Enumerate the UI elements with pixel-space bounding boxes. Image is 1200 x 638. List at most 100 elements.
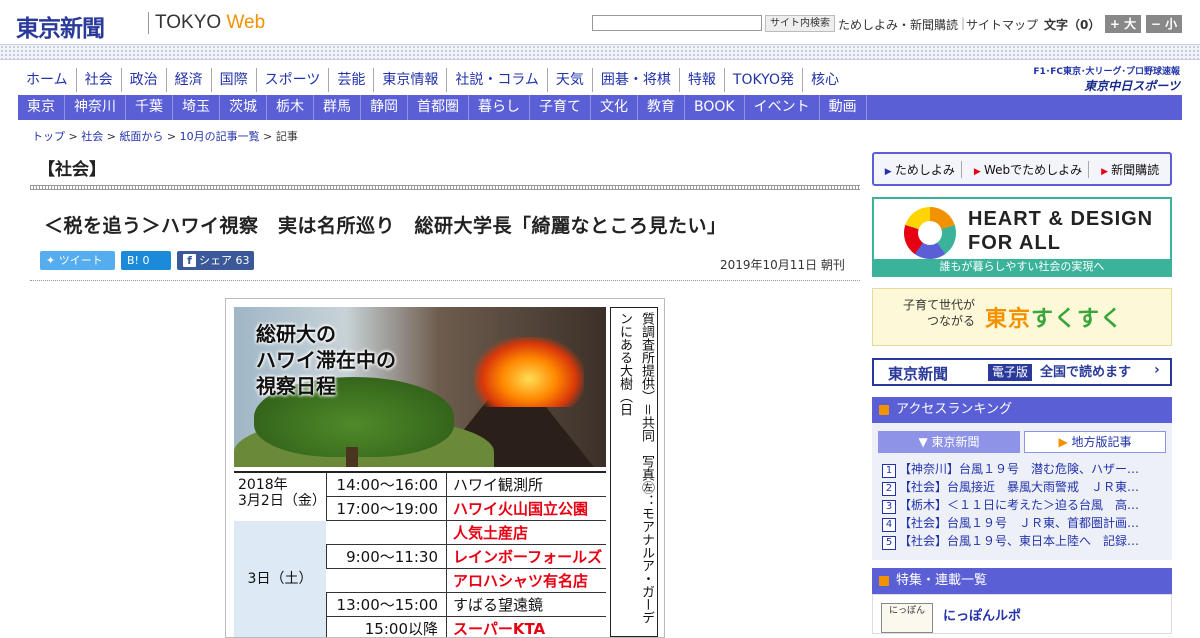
chunichi-line1: F1･FC東京･大リーグ･プロ野球速報	[1033, 67, 1180, 77]
ranking-number: 4	[882, 518, 896, 532]
article-divider	[30, 280, 860, 281]
facebook-share-button[interactable]: f シェア 63	[177, 251, 254, 270]
schedule-activity: レインボーフォールズ	[446, 545, 606, 569]
main-nav-item[interactable]: ホーム	[18, 68, 76, 92]
trial-subscribe-link[interactable]: ためしよみ・新聞購読	[838, 16, 958, 33]
sukusuku-title: 東京すくすく	[985, 301, 1123, 333]
ranking-item[interactable]: 1 【神奈川】台風１９号 潜む危険、ハザー…	[882, 460, 1167, 478]
chevron-right-icon: ›	[1154, 362, 1160, 378]
promo-label: Webでためしよみ	[983, 162, 1083, 177]
figure-caption-box: 写真㊨：ハワイ火山国立公園のキラウエア火山（米地質調査所提供）＝共同 写真㊧：モ…	[610, 307, 664, 637]
sub-nav-item[interactable]: 埼玉	[173, 95, 220, 120]
breadcrumb-separator: >	[163, 130, 180, 143]
ranking-item[interactable]: 2 【社会】台風接近 暴風大雨警戒 ＪＲ東…	[882, 478, 1167, 496]
main-nav-item[interactable]: 天気	[546, 68, 592, 92]
ranking-text: 【社会】台風接近 暴風大雨警戒 ＪＲ東…	[899, 480, 1140, 494]
sub-nav-item[interactable]: 動画	[820, 95, 867, 120]
figure-caption: 写真㊨：ハワイ火山国立公園のキラウエア火山（米地質調査所提供）＝共同 写真㊧：モ…	[617, 312, 664, 624]
schedule-activity: ハワイ火山国立公園	[446, 497, 606, 521]
sub-nav-item[interactable]: 教育	[638, 95, 685, 120]
tab-tokyo-label: 東京新聞	[931, 435, 980, 449]
main-nav-item[interactable]: スポーツ	[255, 68, 329, 92]
header-dotted-band	[0, 44, 1200, 60]
ranking-item[interactable]: 4 【社会】台風１９号 ＪＲ東、首都圏計画…	[882, 514, 1167, 532]
main-nav-item[interactable]: 核心	[801, 68, 847, 92]
promo-box: ▶ ためしよみ ▶ Webでためしよみ ▶ 新聞購読	[872, 152, 1172, 186]
tweet-button[interactable]: ✦ ツイート	[40, 251, 115, 270]
main-nav-item[interactable]: 囲碁・将棋	[591, 68, 679, 92]
heart-design-title: HEART & DESIGN FOR ALL	[968, 208, 1154, 254]
square-bullet-icon	[879, 405, 889, 415]
e-paper-text: 全国で読めます	[1040, 365, 1132, 380]
main-nav-item[interactable]: 社説・コラム	[446, 68, 547, 92]
e-paper-logo: 東京新聞	[888, 365, 949, 383]
heart-design-logo-icon	[904, 207, 956, 259]
tab-triangle-icon: ▼	[918, 435, 932, 449]
promo-link[interactable]: ▶ ためしよみ	[879, 160, 962, 178]
sub-nav-item[interactable]: 群馬	[314, 95, 361, 120]
section-title: 【社会】	[38, 160, 106, 180]
sub-nav-item[interactable]: 栃木	[267, 95, 314, 120]
hatena-bookmark-button[interactable]: B! 0	[121, 251, 171, 270]
breadcrumb-link[interactable]: トップ	[32, 130, 65, 143]
sub-nav-item[interactable]: 千葉	[126, 95, 173, 120]
main-nav-item[interactable]: 特報	[678, 68, 724, 92]
sub-nav-item[interactable]: 子育て	[530, 95, 591, 120]
site-logo[interactable]: 東京新聞	[16, 9, 105, 43]
sub-nav-item[interactable]: 茨城	[220, 95, 267, 120]
ranking-item[interactable]: 5 【社会】台風１９号、東日本上陸へ 記録…	[882, 532, 1167, 550]
ranking-number: 3	[882, 500, 896, 514]
main-nav-item[interactable]: 東京情報	[373, 68, 446, 92]
tab-local-articles[interactable]: ▶ 地方版記事	[1024, 431, 1166, 453]
heart-design-banner[interactable]: HEART & DESIGN FOR ALL 誰もが暮らしやすい社会の実現へ	[872, 197, 1172, 277]
ranking-title: アクセスランキング	[896, 402, 1012, 417]
sub-nav-item[interactable]: 静岡	[361, 95, 408, 120]
sub-nav-item[interactable]: 文化	[591, 95, 638, 120]
font-size-label: 文字（0）	[1044, 18, 1101, 32]
main-nav-item[interactable]: 芸能	[328, 68, 373, 92]
sub-nav-item[interactable]: イベント	[745, 95, 820, 120]
breadcrumb-separator: >	[103, 130, 120, 143]
site-search-button[interactable]: サイト内検索	[765, 15, 835, 32]
main-nav-item[interactable]: 国際	[210, 68, 256, 92]
logo-divider	[148, 12, 149, 34]
e-paper-banner[interactable]: 東京新聞 電子版 全国で読めます ›	[872, 358, 1172, 386]
ranking-text: 【社会】台風１９号 ＪＲ東、首都圏計画…	[899, 516, 1140, 530]
font-larger-button[interactable]: + 大	[1105, 15, 1141, 33]
site-logo-sub[interactable]: TOKYO Web	[155, 12, 265, 34]
sitemap-link[interactable]: サイトマップ	[966, 16, 1038, 33]
inspection-schedule-table: 14:00〜16:00 ハワイ観測所 17:00〜19:00 ハワイ火山国立公園 人気土…	[234, 471, 606, 637]
sub-nav: 東京 神奈川 千葉 埼玉 茨城 栃木 群馬 静岡 首都圏 暮らし 子育て 文化 教育 BOOK イベント 動画	[18, 95, 1182, 120]
breadcrumb-separator: >	[65, 130, 82, 143]
main-nav-item[interactable]: TOKYO発	[723, 68, 802, 92]
e-paper-tag: 電子版	[988, 364, 1033, 381]
chunichi-line2: 東京中日スポーツ	[1084, 79, 1180, 93]
breadcrumb-link[interactable]: 10月の記事一覧	[180, 130, 260, 143]
promo-link[interactable]: ▶ Webでためしよみ	[968, 160, 1090, 178]
ranking-item[interactable]: 3 【栃木】＜１１日に考えた＞迫る台風 高…	[882, 496, 1167, 514]
main-nav-item[interactable]: 政治	[120, 68, 166, 92]
sub-nav-item[interactable]: 暮らし	[469, 95, 530, 120]
sub-nav-item[interactable]: 神奈川	[65, 95, 126, 120]
font-smaller-button[interactable]: − 小	[1146, 15, 1182, 33]
sub-nav-item[interactable]: BOOK	[685, 95, 745, 120]
tab-tokyo-shimbun[interactable]: ▼ 東京新聞	[878, 431, 1020, 453]
breadcrumb-link[interactable]: 紙面から	[119, 130, 163, 143]
tab-local-label: 地方版記事	[1071, 435, 1132, 449]
chunichi-sports-link[interactable]: F1･FC東京･大リーグ･プロ野球速報 東京中日スポーツ	[1020, 64, 1180, 94]
sub-nav-item[interactable]: 首都圏	[408, 95, 469, 120]
feature-link[interactable]: にっぽんルポ	[943, 605, 1021, 624]
arrow-right-icon: ▶	[1101, 166, 1112, 177]
lava-glow	[474, 337, 584, 407]
main-nav-item[interactable]: 社会	[75, 68, 121, 92]
section-divider	[30, 185, 860, 190]
search-input[interactable]	[592, 15, 762, 31]
schedule-time: 14:00〜16:00	[326, 473, 446, 497]
facebook-icon: f	[183, 254, 196, 267]
promo-link[interactable]: ▶ 新聞購読	[1095, 161, 1165, 178]
sub-nav-item[interactable]: 東京	[18, 95, 65, 120]
breadcrumb-link[interactable]: 社会	[81, 130, 103, 143]
schedule-activity: スーパーKTA	[446, 617, 606, 637]
main-nav-item[interactable]: 経済	[165, 68, 211, 92]
sukusuku-banner[interactable]: 子育て世代が つながる 東京すくすく	[872, 288, 1172, 346]
